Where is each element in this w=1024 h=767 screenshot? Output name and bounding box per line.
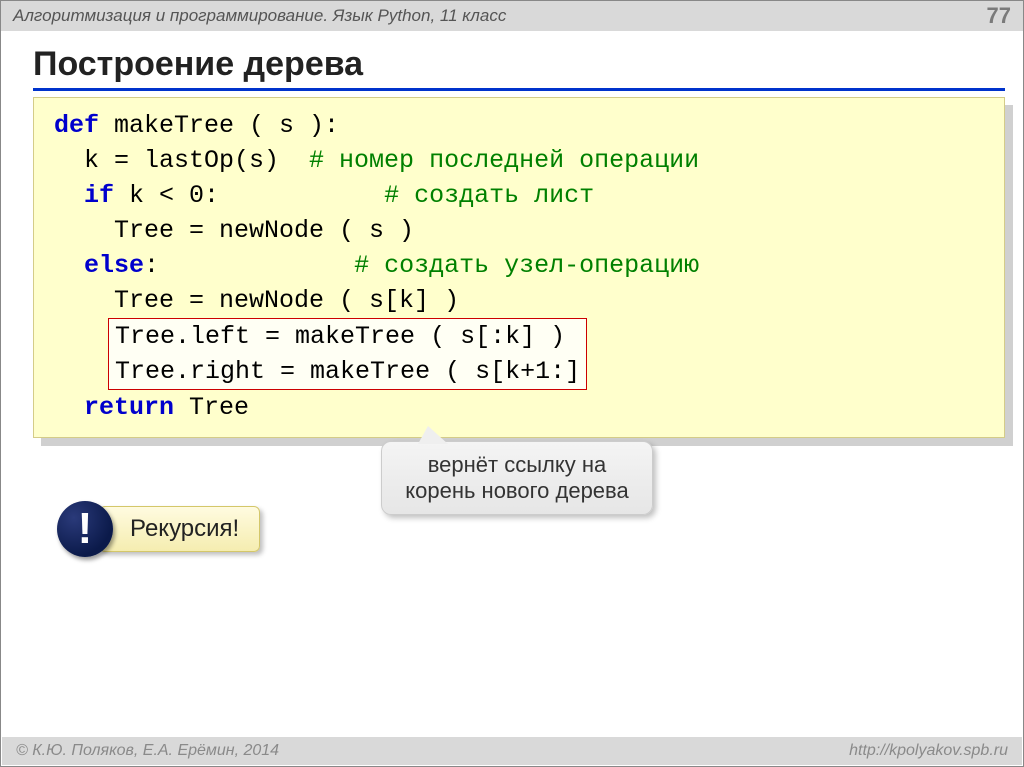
kw-if: if [54,181,114,210]
recursion-badge: ! Рекурсия! [57,501,260,557]
code-box1: Tree.left = makeTree ( s[:k] ) [115,322,565,351]
code-box2: Tree.right = makeTree ( s[k+1:] [115,357,580,386]
page-number: 77 [987,3,1011,29]
code-l2a: k = lastOp(s) [54,146,309,175]
code-block-wrap: def makeTree ( s ): k = lastOp(s) # номе… [33,97,1005,438]
code-l4: Tree = newNode ( s ) [54,216,414,245]
comment-2: # создать лист [384,181,594,210]
callout-tail [418,426,448,444]
kw-return: return [54,393,174,422]
badge-label: Рекурсия! [99,506,260,552]
recursion-highlight: Tree.left = makeTree ( s[:k] ) Tree.righ… [108,318,587,390]
slide: Алгоритмизация и программирование. Язык … [0,0,1024,767]
header-subject: Алгоритмизация и программирование. Язык … [13,6,506,26]
slide-title: Построение дерева [33,45,1023,84]
code-l9: Tree [174,393,249,422]
title-underline [33,88,1005,91]
code-block: def makeTree ( s ): k = lastOp(s) # номе… [33,97,1005,438]
footer-url: http://kpolyakov.spb.ru [849,742,1008,760]
code-l5c: : [144,251,354,280]
footer-copyright: © К.Ю. Поляков, Е.А. Ерёмин, 2014 [16,742,279,760]
callout-text: вернёт ссылку на корень нового дерева [405,452,628,503]
comment-1: # номер последней операции [309,146,699,175]
comment-3: # создать узел-операцию [354,251,699,280]
code-l6: Tree = newNode ( s[k] ) [54,286,459,315]
header-bar: Алгоритмизация и программирование. Язык … [1,1,1023,31]
exclamation-icon: ! [57,501,113,557]
code-l1: makeTree ( s ): [99,111,339,140]
kw-def: def [54,111,99,140]
footer-bar: © К.Ю. Поляков, Е.А. Ерёмин, 2014 http:/… [2,737,1022,765]
callout-bubble: вернёт ссылку на корень нового дерева [381,441,653,515]
code-l3: k < 0: [114,181,384,210]
kw-else: else [54,251,144,280]
